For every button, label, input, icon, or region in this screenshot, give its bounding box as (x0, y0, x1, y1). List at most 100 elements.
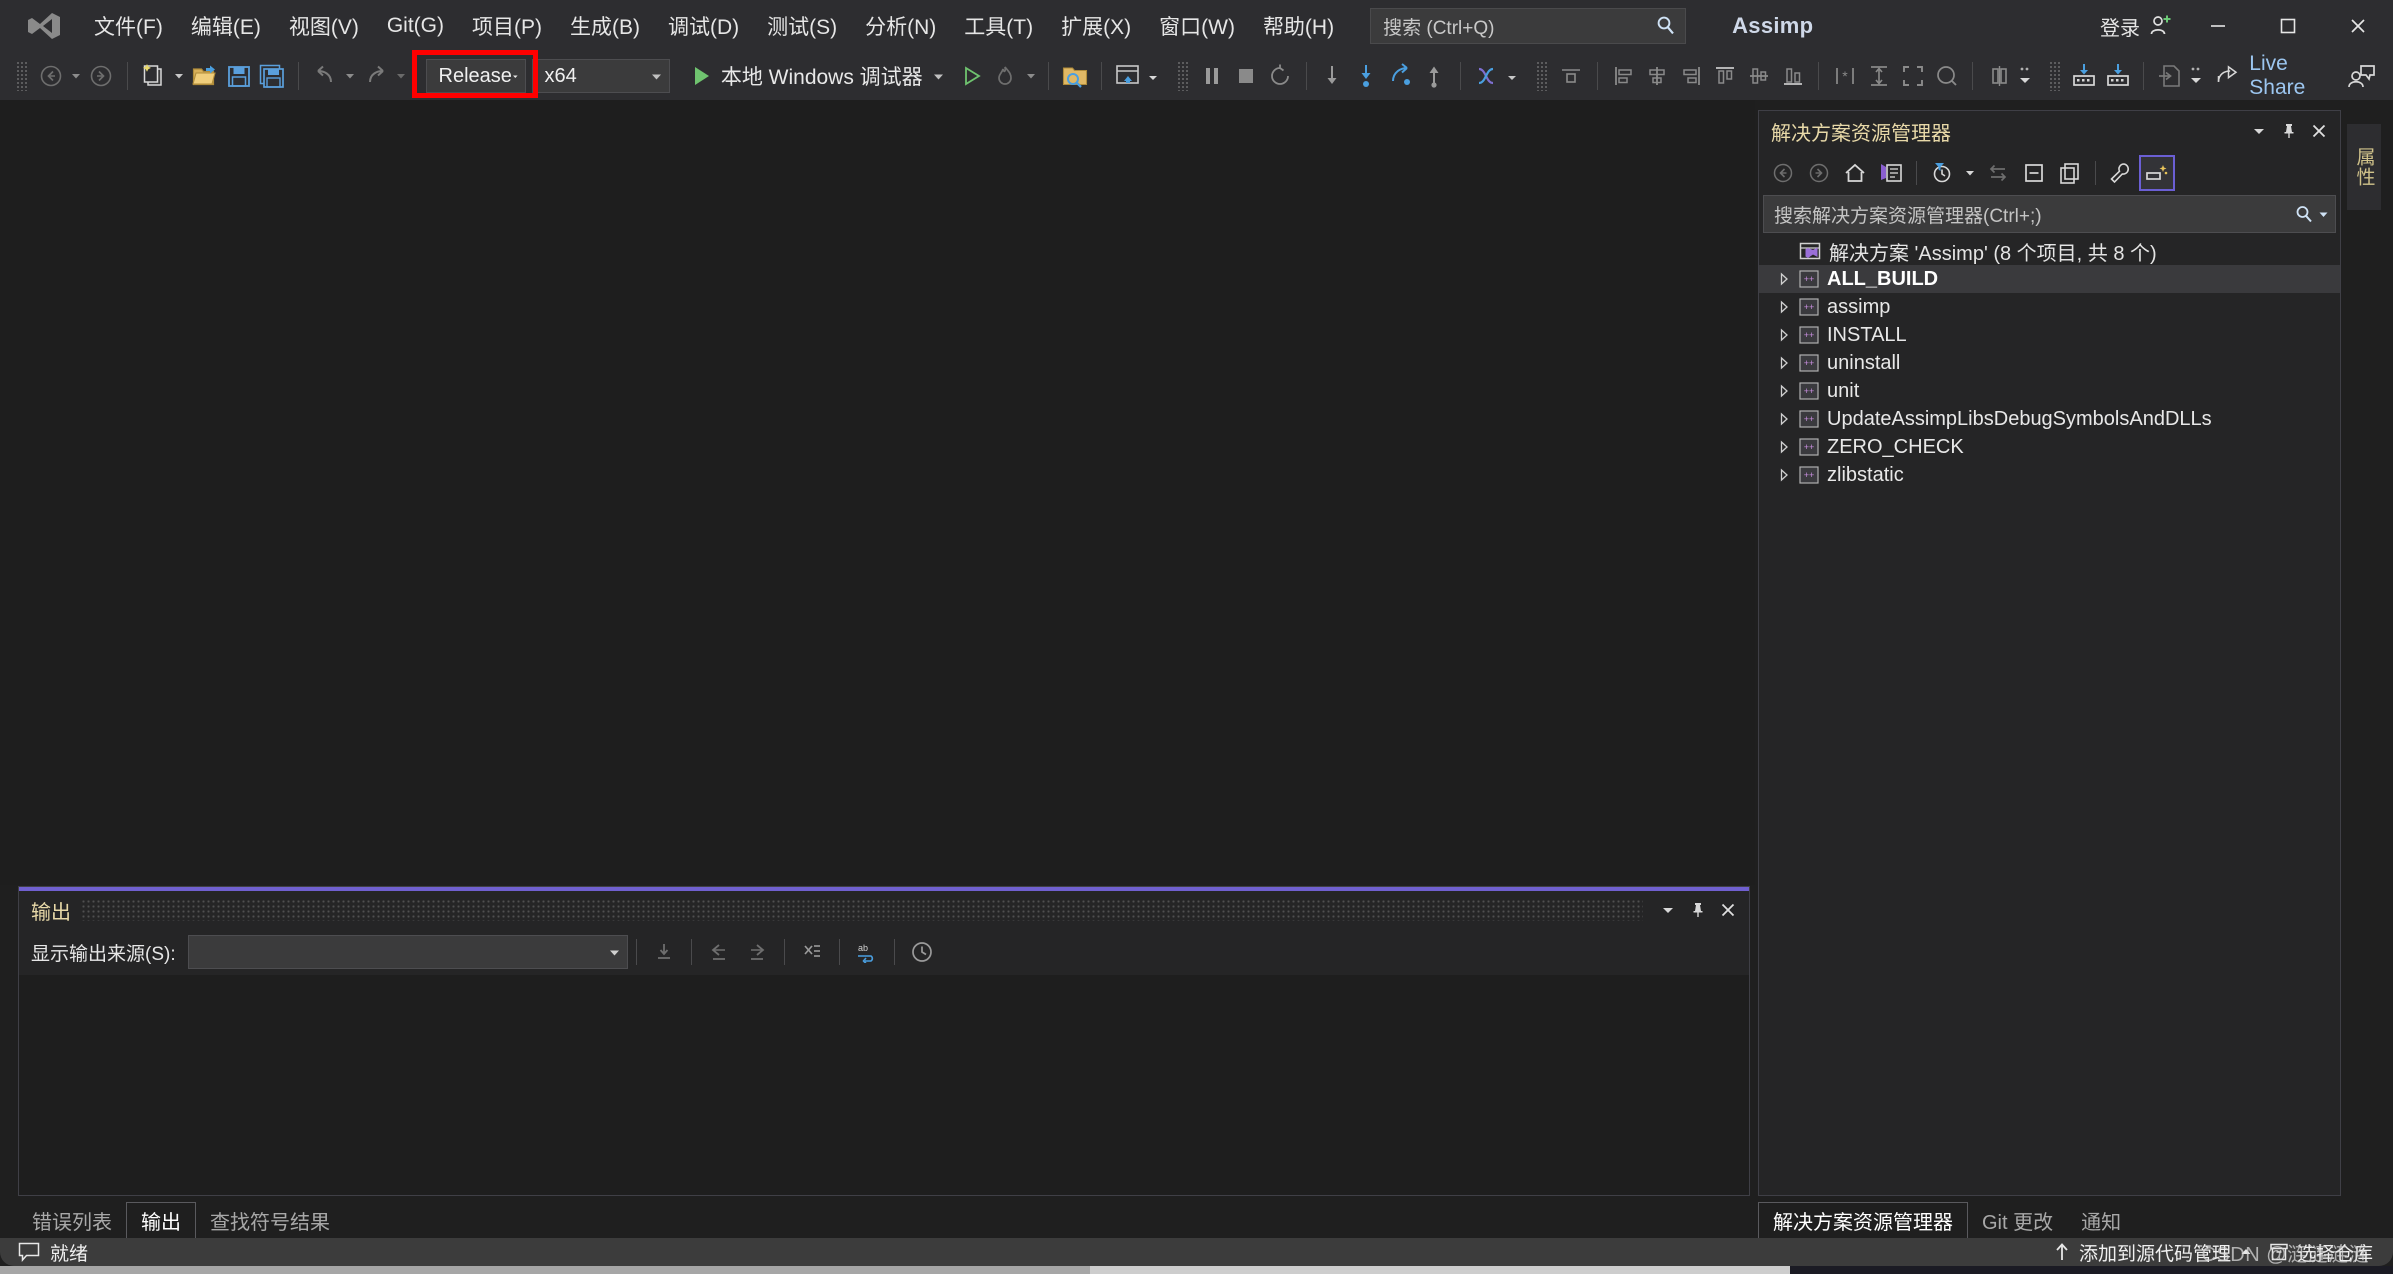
toolbar-grip[interactable] (16, 61, 28, 91)
align-center-icon[interactable] (1640, 57, 1674, 95)
home-icon[interactable] (1837, 155, 1873, 191)
menu-item-analyze[interactable]: 分析(N) (851, 6, 950, 46)
chevron-right-icon[interactable] (1769, 440, 1799, 454)
chevron-right-icon[interactable] (1769, 356, 1799, 370)
sign-in-button[interactable]: 登录 (2090, 12, 2183, 41)
window-layout-chevron-down-icon[interactable] (1144, 57, 1161, 95)
tab-error-list[interactable]: 错误列表 (18, 1202, 126, 1238)
solution-explorer-dropdown-button[interactable] (2244, 116, 2274, 146)
menu-item-edit[interactable]: 编辑(E) (177, 6, 275, 46)
live-share-button[interactable]: Live Share (2204, 52, 2345, 99)
chevron-right-icon[interactable] (1769, 300, 1799, 314)
solution-explorer-pin-button[interactable] (2274, 116, 2304, 146)
toggle-word-wrap-icon[interactable]: ab (848, 934, 886, 970)
navigate-forward-icon[interactable] (85, 57, 119, 95)
restart-icon[interactable] (1263, 57, 1297, 95)
hot-reload-icon[interactable] (988, 57, 1022, 95)
scrollbar-thumb[interactable] (0, 1266, 1090, 1274)
toolbar-grip[interactable] (2049, 61, 2061, 91)
align-top-icon[interactable] (1708, 57, 1742, 95)
tree-item-zlibstatic[interactable]: ++ zlibstatic (1759, 461, 2340, 489)
tree-item-update-assimp-libs[interactable]: ++ UpdateAssimpLibsDebugSymbolsAndDLLs (1759, 405, 2340, 433)
tree-item-all-build[interactable]: ++ ALL_BUILD (1759, 265, 2340, 293)
undo-chevron-down-icon[interactable] (342, 57, 359, 95)
select-repository-button[interactable]: 选择仓库 (2269, 1239, 2373, 1266)
editor-document-area[interactable] (0, 100, 1755, 885)
share-user-icon[interactable] (2345, 57, 2379, 95)
output-panel-close-button[interactable] (1713, 895, 1743, 925)
preview-selected-items-icon[interactable] (2139, 155, 2175, 191)
solution-root-node[interactable]: 解决方案 'Assimp' (8 个项目, 共 8 个) (1759, 237, 2340, 265)
toolbar-grip[interactable] (1536, 61, 1548, 91)
align-bottom-icon[interactable] (1776, 57, 1810, 95)
save-icon[interactable] (222, 57, 256, 95)
show-timestamps-icon[interactable] (903, 934, 941, 970)
align-middle-icon[interactable] (1742, 57, 1776, 95)
size-height-icon[interactable] (1862, 57, 1896, 95)
tree-item-assimp[interactable]: ++ assimp (1759, 293, 2340, 321)
tab-solution-explorer[interactable]: 解决方案资源管理器 (1758, 1202, 1968, 1238)
go-to-message-icon[interactable] (645, 934, 683, 970)
menu-item-view[interactable]: 视图(V) (275, 6, 373, 46)
search-chevron-down-icon[interactable] (2318, 209, 2329, 220)
pending-changes-filter-icon[interactable] (1924, 155, 1960, 191)
menu-item-extensions[interactable]: 扩展(X) (1047, 6, 1145, 46)
thread-chevron-down-icon[interactable] (1503, 57, 1520, 95)
tree-item-uninstall[interactable]: ++ uninstall (1759, 349, 2340, 377)
make-spacing-equal-icon[interactable]: * (1828, 57, 1862, 95)
pause-icon[interactable] (1195, 57, 1229, 95)
hot-reload-chevron-down-icon[interactable] (1022, 57, 1039, 95)
window-layout-icon[interactable] (1111, 57, 1145, 95)
solution-explorer-search-input[interactable]: 搜索解决方案资源管理器(Ctrl+;) (1763, 195, 2336, 233)
previous-message-icon[interactable] (700, 934, 738, 970)
properties-icon[interactable] (2103, 155, 2139, 191)
menu-item-file[interactable]: 文件(F) (80, 6, 177, 46)
navigate-back-chevron-down-icon[interactable] (68, 57, 85, 95)
zoom-icon[interactable] (1930, 57, 1964, 95)
clear-all-icon[interactable] (793, 934, 831, 970)
redo-icon[interactable] (359, 57, 393, 95)
maximize-button[interactable] (2253, 0, 2323, 52)
align-left-icon[interactable] (1607, 57, 1641, 95)
chevron-right-icon[interactable] (1769, 412, 1799, 426)
tree-item-zero-check[interactable]: ++ ZERO_CHECK (1759, 433, 2340, 461)
tab-git-changes[interactable]: Git 更改 (1968, 1202, 2067, 1238)
tab-find-symbol-results[interactable]: 查找符号结果 (196, 1202, 344, 1238)
toolbox-icon[interactable] (2067, 57, 2101, 95)
thread-icon[interactable] (1469, 57, 1503, 95)
chevron-right-icon[interactable] (1769, 468, 1799, 482)
step-out-up-icon[interactable] (1417, 57, 1451, 95)
output-panel-pin-button[interactable] (1683, 895, 1713, 925)
tree-item-install[interactable]: ++ INSTALL (1759, 321, 2340, 349)
search-input[interactable]: 搜索 (Ctrl+Q) (1370, 8, 1687, 44)
collapse-all-icon[interactable] (2016, 155, 2052, 191)
show-all-files-icon[interactable] (2052, 155, 2088, 191)
process-icon[interactable] (1554, 57, 1588, 95)
chevron-right-icon[interactable] (1769, 328, 1799, 342)
step-out-icon[interactable] (1383, 57, 1417, 95)
solution-explorer-close-button[interactable] (2304, 116, 2334, 146)
close-button[interactable] (2323, 0, 2393, 52)
next-message-icon[interactable] (738, 934, 776, 970)
menu-item-help[interactable]: 帮助(H) (1249, 6, 1348, 46)
toolbox-alt-icon[interactable] (2101, 57, 2135, 95)
start-without-debugging-icon[interactable] (955, 57, 989, 95)
menu-item-tools[interactable]: 工具(T) (950, 6, 1047, 46)
navigate-back-icon[interactable] (34, 57, 68, 95)
toolbar-grip[interactable] (1177, 61, 1190, 91)
tab-output[interactable]: 输出 (126, 1202, 196, 1238)
menu-item-test[interactable]: 测试(S) (753, 6, 851, 46)
redo-chevron-down-icon[interactable] (393, 57, 410, 95)
sync-with-active-document-icon[interactable] (1980, 155, 2016, 191)
filter-chevron-down-icon[interactable] (1960, 154, 1980, 192)
menu-item-window[interactable]: 窗口(W) (1145, 6, 1249, 46)
attach-to-process-icon[interactable] (1058, 57, 1092, 95)
start-debugging-button[interactable]: 本地 Windows 调试器 (682, 57, 955, 95)
new-project-chevron-down-icon[interactable] (171, 57, 188, 95)
chevron-right-icon[interactable] (1769, 384, 1799, 398)
stop-icon[interactable] (1229, 57, 1263, 95)
menu-item-debug[interactable]: 调试(D) (654, 6, 753, 46)
menu-item-build[interactable]: 生成(B) (556, 6, 654, 46)
step-into-icon[interactable] (1315, 57, 1349, 95)
export-chevron-down-icon[interactable] (2187, 57, 2204, 95)
